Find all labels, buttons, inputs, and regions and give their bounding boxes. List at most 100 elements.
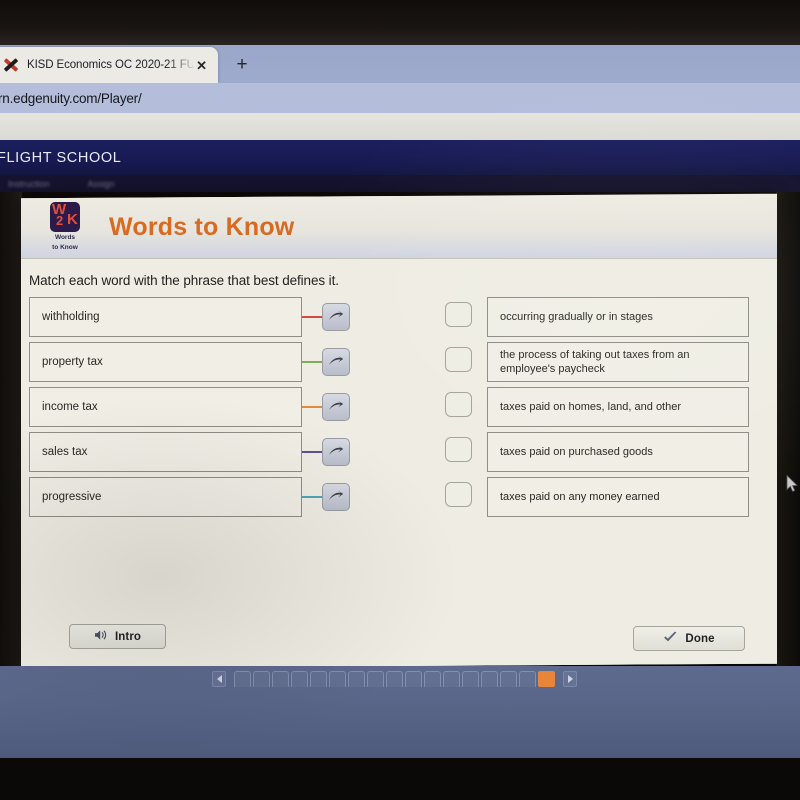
photo-bottom-bezel — [0, 758, 800, 800]
close-icon[interactable]: ✕ — [193, 59, 210, 72]
intro-button-label: Intro — [114, 630, 142, 643]
definition-box[interactable]: taxes paid on purchased goods — [487, 432, 749, 472]
subnav-item-instruction[interactable]: Instruction — [8, 179, 50, 189]
pager-cell[interactable] — [367, 671, 384, 687]
new-tab-button[interactable]: + — [228, 51, 256, 79]
term-box[interactable]: property tax — [29, 342, 302, 382]
pager-cell[interactable] — [310, 671, 327, 687]
mouse-pointer — [786, 474, 798, 493]
logo-caption-line-2: to Know — [52, 244, 78, 251]
site-brand: FLIGHT SCHOOL — [0, 149, 122, 166]
term-label: property tax — [42, 356, 103, 368]
definition-label: taxes paid on any money earned — [500, 491, 660, 503]
match-row: property tax the process of taking out t… — [21, 342, 777, 387]
screen-photo: KISD Economics OC 2020-21 FU ✕ + rn.edge… — [0, 0, 800, 800]
drop-target-checkbox[interactable] — [445, 392, 472, 417]
speaker-icon — [94, 629, 108, 644]
term-label: sales tax — [42, 446, 88, 458]
term-box[interactable]: income tax — [29, 387, 302, 427]
drop-target-checkbox[interactable] — [445, 347, 472, 372]
logo-letter-2: 2 — [56, 213, 64, 228]
term-label: withholding — [42, 311, 100, 323]
pager-cell[interactable] — [234, 671, 251, 687]
pager-cell[interactable] — [253, 671, 270, 687]
browser-tabstrip: KISD Economics OC 2020-21 FU ✕ + — [0, 45, 800, 83]
pager-next-button[interactable] — [563, 671, 577, 687]
logo-letter-k: K — [67, 211, 78, 228]
match-row: progressive taxes paid on any money earn… — [21, 477, 777, 522]
definition-label: taxes paid on homes, land, and other — [500, 401, 682, 413]
subnav-item-assign[interactable]: Assign — [88, 179, 115, 189]
red-x-icon — [2, 56, 20, 74]
done-button[interactable]: Done — [633, 626, 745, 651]
lesson-player: W 2 K Words to Know Words to Know Match … — [21, 193, 777, 669]
pager-cell[interactable] — [443, 671, 460, 687]
pager-cell[interactable] — [462, 671, 479, 687]
term-label: progressive — [42, 491, 102, 503]
pager-cell[interactable] — [538, 671, 555, 687]
check-icon — [663, 631, 678, 647]
pager-cell[interactable] — [291, 671, 308, 687]
page-title: Words to Know — [109, 212, 295, 241]
lesson-pager[interactable] — [212, 671, 577, 687]
pager-prev-button[interactable] — [212, 671, 226, 687]
drop-target-checkbox[interactable] — [445, 482, 472, 507]
pager-cell[interactable] — [424, 671, 441, 687]
arrow-right-icon[interactable] — [322, 303, 350, 331]
definition-box[interactable]: occurring gradually or in stages — [487, 297, 749, 337]
w2k-badge-icon: W 2 K — [50, 202, 80, 232]
logo-caption-line-1: Words — [54, 234, 76, 241]
connector-line — [302, 496, 324, 498]
address-bar[interactable]: rn.edgenuity.com/Player/ — [0, 83, 800, 113]
course-bottom-bar — [0, 666, 800, 758]
intro-button[interactable]: Intro — [69, 624, 166, 649]
browser-tab[interactable]: KISD Economics OC 2020-21 FU ✕ — [0, 47, 218, 83]
arrow-right-icon[interactable] — [322, 438, 350, 466]
done-button-label: Done — [685, 632, 715, 645]
instruction-text: Match each word with the phrase that bes… — [29, 273, 339, 288]
bookmarks-bar — [0, 113, 800, 140]
definition-box[interactable]: taxes paid on any money earned — [487, 477, 749, 517]
definition-label: taxes paid on purchased goods — [500, 446, 653, 458]
arrow-right-icon[interactable] — [322, 483, 350, 511]
photo-left-bezel — [0, 192, 22, 670]
lesson-footer: Intro Done — [21, 610, 777, 666]
term-box[interactable]: withholding — [29, 297, 302, 337]
lesson-body: Match each word with the phrase that bes… — [21, 259, 777, 666]
match-area: withholding occurring gradually or in st… — [21, 297, 777, 522]
term-box[interactable]: progressive — [29, 477, 302, 517]
arrow-right-icon[interactable] — [322, 393, 350, 421]
pager-cell[interactable] — [405, 671, 422, 687]
site-header: FLIGHT SCHOOL — [0, 140, 800, 175]
match-row: income tax taxes paid on homes, land, an… — [21, 387, 777, 432]
arrow-right-icon[interactable] — [322, 348, 350, 376]
pager-cell[interactable] — [348, 671, 365, 687]
pager-cell[interactable] — [481, 671, 498, 687]
match-row: sales tax taxes paid on purchased goods — [21, 432, 777, 477]
term-box[interactable]: sales tax — [29, 432, 302, 472]
connector-line — [302, 406, 324, 408]
photo-right-bezel — [776, 192, 800, 670]
pager-cell[interactable] — [386, 671, 403, 687]
words-to-know-logo: W 2 K Words to Know — [45, 202, 85, 252]
browser-chrome: KISD Economics OC 2020-21 FU ✕ + rn.edge… — [0, 45, 800, 140]
pager-cell[interactable] — [519, 671, 536, 687]
drop-target-checkbox[interactable] — [445, 302, 472, 327]
site-subnav: Instruction Assign — [0, 175, 800, 192]
definition-label: the process of taking out taxes from an … — [500, 349, 690, 375]
drop-target-checkbox[interactable] — [445, 437, 472, 462]
definition-box[interactable]: taxes paid on homes, land, and other — [487, 387, 749, 427]
connector-line — [302, 451, 324, 453]
connector-line — [302, 361, 324, 363]
address-bar-url: rn.edgenuity.com/Player/ — [0, 90, 142, 106]
pager-cell[interactable] — [329, 671, 346, 687]
definition-box[interactable]: the process of taking out taxes from an … — [487, 342, 749, 382]
pager-cell[interactable] — [272, 671, 289, 687]
photo-top-bezel — [0, 0, 800, 45]
match-row: withholding occurring gradually or in st… — [21, 297, 777, 342]
definition-label: occurring gradually or in stages — [500, 311, 653, 323]
connector-line — [302, 316, 324, 318]
term-label: income tax — [42, 401, 98, 413]
lesson-title-band: W 2 K Words to Know Words to Know — [21, 196, 777, 259]
pager-cell[interactable] — [500, 671, 517, 687]
